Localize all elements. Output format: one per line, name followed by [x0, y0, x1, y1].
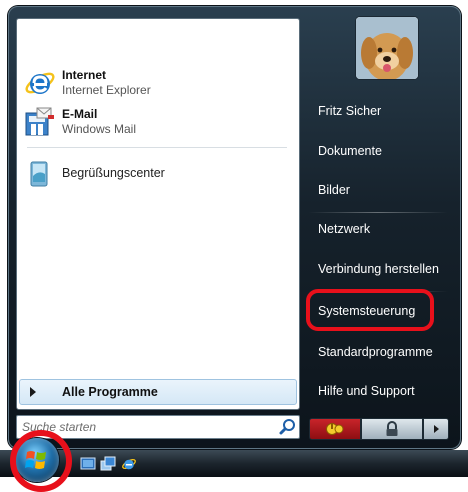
link-pictures[interactable]: Bilder [318, 183, 350, 197]
link-help-support[interactable]: Hilfe und Support [318, 384, 415, 398]
recent-item-welcome-center[interactable]: Begrüßungscenter [23, 153, 291, 193]
programs-pane: Internet Internet Explorer E-Mail Window… [16, 18, 300, 410]
control-panel-highlight [306, 289, 434, 331]
search-icon[interactable] [277, 417, 299, 437]
lock-icon [386, 421, 398, 436]
show-desktop-icon [80, 457, 96, 470]
power-icon [326, 423, 344, 435]
power-options-button[interactable] [423, 418, 449, 440]
windows-mail-icon [23, 105, 57, 139]
internet-explorer-icon [23, 66, 57, 100]
switch-windows-icon [100, 456, 116, 471]
pinned-title: Internet [62, 68, 107, 82]
pinned-item-internet[interactable]: Internet Internet Explorer [23, 63, 291, 103]
recent-item-label: Begrüßungscenter [62, 165, 165, 180]
welcome-center-icon [23, 156, 57, 190]
pinned-subtitle: Internet Explorer [62, 83, 151, 97]
switch-windows-button[interactable] [100, 456, 116, 472]
arrow-right-icon [30, 387, 36, 397]
pinned-subtitle: Windows Mail [62, 122, 137, 136]
user-picture[interactable] [356, 17, 418, 79]
link-documents[interactable]: Dokumente [318, 144, 382, 158]
pinned-separator [27, 147, 287, 148]
sleep-button[interactable] [309, 418, 361, 440]
start-button-highlight [10, 430, 72, 492]
arrow-right-icon [434, 425, 439, 433]
dog-avatar-icon [356, 17, 418, 79]
lock-button[interactable] [361, 418, 423, 440]
internet-explorer-icon [122, 458, 136, 470]
pinned-item-email[interactable]: E-Mail Windows Mail [23, 102, 291, 142]
link-user-folder[interactable]: Fritz Sicher [318, 104, 381, 118]
pinned-title: E-Mail [62, 107, 98, 121]
all-programs-button[interactable]: Alle Programme [19, 379, 297, 405]
link-network[interactable]: Netzwerk [318, 222, 370, 236]
link-connect-to[interactable]: Verbindung herstellen [318, 262, 439, 276]
right-separator [308, 212, 448, 213]
link-default-programs[interactable]: Standardprogramme [318, 345, 433, 359]
show-desktop-button[interactable] [80, 456, 96, 472]
all-programs-label: Alle Programme [62, 385, 158, 399]
internet-explorer-button[interactable] [121, 456, 137, 472]
